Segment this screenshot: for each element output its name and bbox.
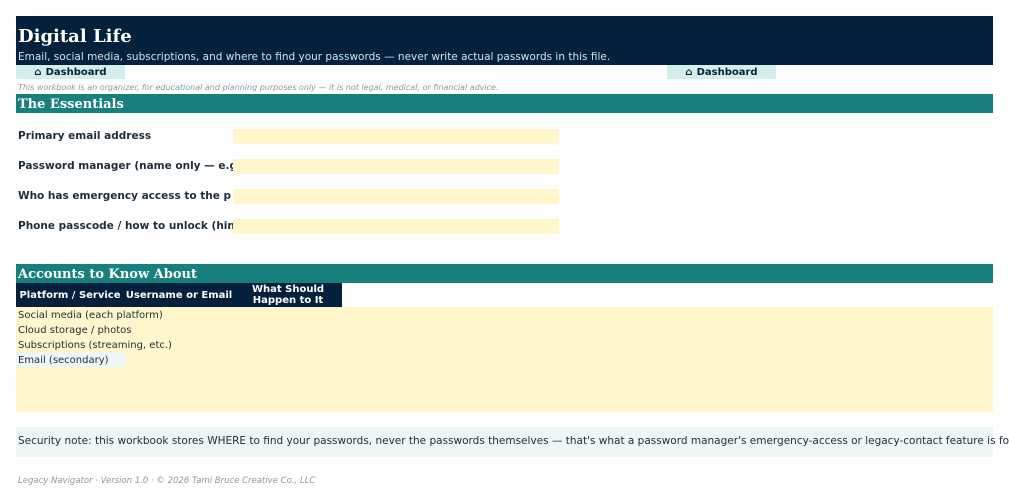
table-row[interactable]: Subscriptions (streaming, etc.) <box>18 340 172 351</box>
home-icon: ⌂ <box>685 66 693 78</box>
footer-text: Legacy Navigator · Version 1.0 · © 2026 … <box>18 476 316 486</box>
accounts-section-title: Accounts to Know About <box>18 267 197 282</box>
field-label-password-manager: Password manager (name only — e.g. <box>18 160 233 172</box>
column-header-what-should-happen: What Should Happen to It <box>234 283 342 307</box>
table-row[interactable]: Social media (each platform) <box>18 310 163 321</box>
emergency-access-input[interactable] <box>233 189 559 204</box>
security-note-text: Security note: this workbook stores WHER… <box>18 435 1009 447</box>
column-header-platform: Platform / Service <box>16 283 124 307</box>
page-subtitle: Email, social media, subscriptions, and … <box>18 51 611 63</box>
dashboard-label: Dashboard <box>696 66 758 78</box>
page-title: Digital Life <box>18 26 132 47</box>
primary-email-input[interactable] <box>233 129 559 144</box>
dashboard-label: Dashboard <box>45 66 107 78</box>
essentials-section-title: The Essentials <box>18 97 124 112</box>
password-manager-input[interactable] <box>233 159 559 174</box>
dashboard-button-left[interactable]: ⌂ Dashboard <box>16 65 125 79</box>
dashboard-button-right[interactable]: ⌂ Dashboard <box>667 65 776 79</box>
disclaimer-text: This workbook is an organizer, for educa… <box>18 83 499 92</box>
table-row[interactable]: Cloud storage / photos <box>18 325 132 336</box>
home-icon: ⌂ <box>34 66 42 78</box>
field-label-emergency-access: Who has emergency access to the p <box>18 190 232 202</box>
column-header-username: Username or Email <box>124 283 234 307</box>
accounts-table-body[interactable] <box>16 307 993 412</box>
phone-passcode-input[interactable] <box>233 219 559 234</box>
table-row[interactable]: Email (secondary) <box>18 355 109 366</box>
field-label-phone-passcode: Phone passcode / how to unlock (hint <box>18 220 233 232</box>
essentials-section-bar <box>16 94 993 113</box>
field-label-primary-email: Primary email address <box>18 130 152 142</box>
